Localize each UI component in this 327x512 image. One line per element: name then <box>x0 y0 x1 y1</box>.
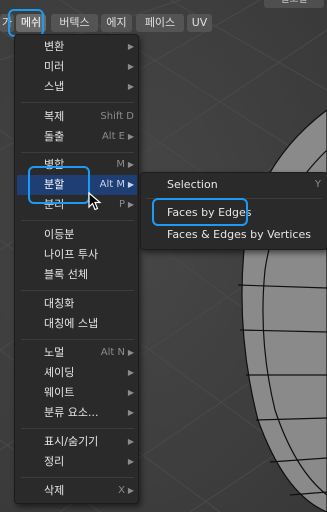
menu-separator <box>21 102 134 103</box>
submenu-arrow-icon: ▶ <box>127 348 134 357</box>
menu-item-show-hide[interactable]: 표시/숨기기 ▶ <box>17 432 137 452</box>
menu-face[interactable]: 페이스 <box>136 14 184 32</box>
menu-item-label: 대칭화 <box>44 297 75 310</box>
menu-separator <box>21 477 134 478</box>
menu-item-knife-project[interactable]: 나이프 투사 <box>17 245 137 265</box>
menu-item-snap-to-symmetry[interactable]: 대칭에 스냅 <box>17 314 137 334</box>
corner-button[interactable]: 널오날 <box>264 0 324 8</box>
menu-item-mirror[interactable]: 미러 ▶ <box>17 57 137 77</box>
menu-item-bisect[interactable]: 이등분 <box>17 225 137 245</box>
menu-item-label: 정리 <box>44 455 65 468</box>
submenu-arrow-icon: ▶ <box>127 82 134 91</box>
mouse-cursor-icon <box>88 192 102 211</box>
submenu-arrow-icon: ▶ <box>127 42 134 51</box>
menu-item-symmetrize[interactable]: 대칭화 <box>17 294 137 314</box>
menu-item-label: 나이프 투사 <box>44 248 99 261</box>
menu-item-convex-hull[interactable]: 블록 선체 <box>17 265 137 285</box>
submenu-arrow-icon: ▶ <box>127 200 134 209</box>
submenu-arrow-icon: ▶ <box>127 180 134 189</box>
menu-separator <box>21 428 134 429</box>
menu-item-label: 블록 선체 <box>44 268 88 281</box>
menu-item-label: 웨이트 <box>44 386 75 399</box>
editor-header: 가 메쉬 버텍스 에지 페이스 UV <box>0 14 327 32</box>
highlight-mesh-menu <box>8 9 44 37</box>
menu-separator <box>21 152 134 153</box>
submenu-arrow-icon: ▶ <box>127 62 134 71</box>
mesh-menu: 변환 ▶ 미러 ▶ 스냅 ▶ 복제 Shift D 돌출 Alt E ▶ 병합 M ▶ 분할 Al… <box>14 34 139 504</box>
menu-item-shortcut: P <box>118 199 125 210</box>
submenu-item-selection[interactable]: Selection Y <box>141 175 327 195</box>
submenu-arrow-icon: ▶ <box>127 388 134 397</box>
menu-item-shortcut: Alt M <box>99 179 125 190</box>
menu-edge[interactable]: 에지 <box>101 14 132 32</box>
menu-separator <box>21 290 134 291</box>
menu-item-transform[interactable]: 변환 ▶ <box>17 37 137 57</box>
menu-item-label: 미러 <box>44 60 65 73</box>
menu-separator <box>21 339 134 340</box>
menu-item-sort-elements[interactable]: 분류 요소... ▶ <box>17 403 137 423</box>
menu-item-label: 표시/숨기기 <box>44 435 99 448</box>
submenu-arrow-icon: ▶ <box>127 160 134 169</box>
submenu-arrow-icon: ▶ <box>127 437 134 446</box>
menu-item-normals[interactable]: 노멀 Alt N ▶ <box>17 343 137 363</box>
menu-vertex[interactable]: 버텍스 <box>51 14 98 32</box>
cylinder-mesh <box>237 109 327 512</box>
menu-item-shortcut: Alt E <box>101 131 125 142</box>
menu-item-label: 이등분 <box>44 228 75 241</box>
submenu-item-shortcut: Y <box>314 179 321 190</box>
submenu-arrow-icon: ▶ <box>127 408 134 417</box>
menu-item-label: 분류 요소... <box>44 406 99 419</box>
submenu-item-label: Faces & Edges by Vertices <box>167 228 311 241</box>
menu-item-snap[interactable]: 스냅 ▶ <box>17 77 137 97</box>
menu-item-shortcut: X <box>118 485 125 496</box>
menu-item-label: 노멀 <box>44 346 65 359</box>
submenu-arrow-icon: ▶ <box>127 486 134 495</box>
menu-uv[interactable]: UV <box>187 14 212 32</box>
highlight-split-item <box>28 166 90 204</box>
menu-item-shortcut: M <box>116 159 125 170</box>
menu-separator <box>21 220 134 221</box>
submenu-item-label: Selection <box>167 178 218 191</box>
menu-item-shortcut: Shift D <box>100 111 134 122</box>
menu-item-weights[interactable]: 웨이트 ▶ <box>17 383 137 403</box>
menu-item-label: 삭제 <box>44 484 65 497</box>
menu-item-extrude[interactable]: 돌출 Alt E ▶ <box>17 127 137 147</box>
menu-item-shading[interactable]: 셰이딩 ▶ <box>17 363 137 383</box>
submenu-arrow-icon: ▶ <box>127 457 134 466</box>
menu-item-delete[interactable]: 삭제 X ▶ <box>17 481 137 501</box>
menu-item-label: 대칭에 스냅 <box>44 317 99 330</box>
menu-item-duplicate[interactable]: 복제 Shift D <box>17 107 137 127</box>
menu-item-shortcut: Alt N <box>100 347 125 358</box>
submenu-item-faces-edges-by-vertices[interactable]: Faces & Edges by Vertices <box>141 225 327 245</box>
submenu-arrow-icon: ▶ <box>127 368 134 377</box>
submenu-arrow-icon: ▶ <box>127 132 134 141</box>
menu-item-label: 돌출 <box>44 130 65 143</box>
menu-item-label: 변환 <box>44 40 65 53</box>
menu-item-label: 복제 <box>44 110 65 123</box>
menu-item-label: 셰이딩 <box>44 366 75 379</box>
menu-item-clean-up[interactable]: 정리 ▶ <box>17 452 137 472</box>
menu-item-label: 스냅 <box>44 80 65 93</box>
highlight-faces-by-edges <box>152 198 248 226</box>
